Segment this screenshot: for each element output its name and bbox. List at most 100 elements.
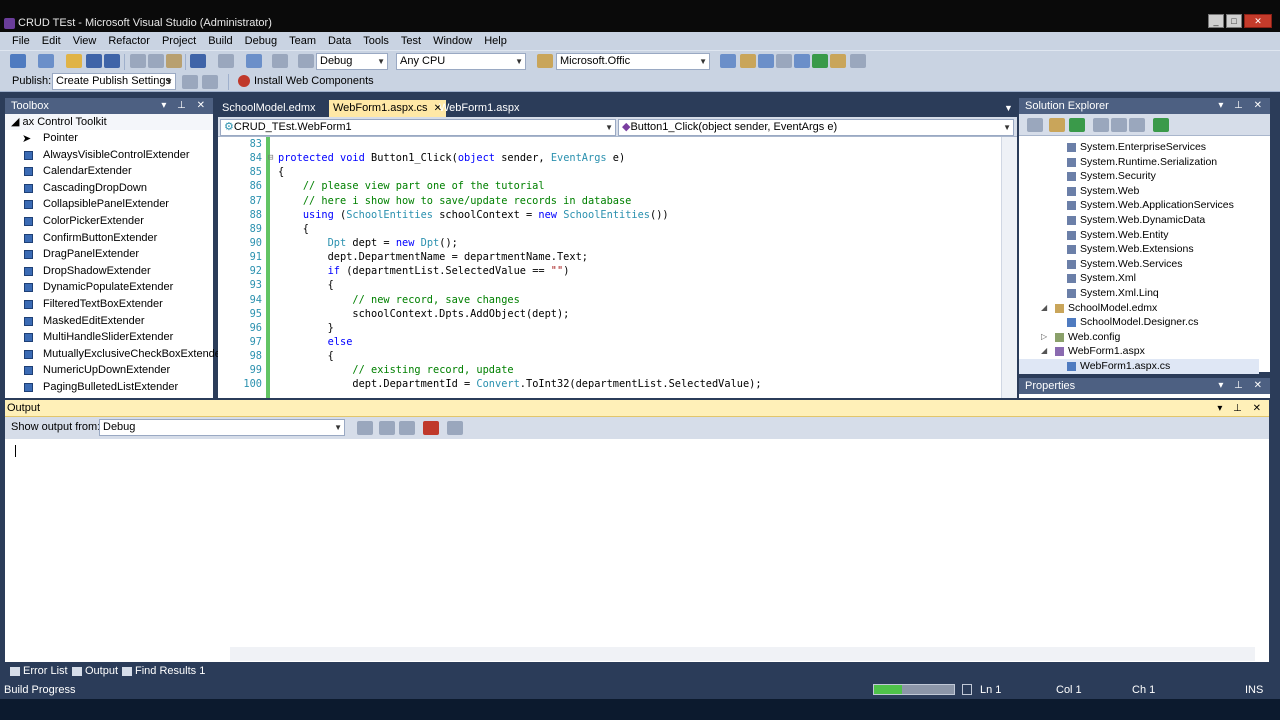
solution-node[interactable]: System.EnterpriseServices <box>1019 140 1259 155</box>
code-line[interactable]: 92 if (departmentList.SelectedValue == "… <box>218 264 1001 278</box>
menu-debug[interactable]: Debug <box>239 35 283 47</box>
maximize-button[interactable]: □ <box>1226 14 1242 28</box>
view-designer-icon[interactable] <box>1111 118 1127 132</box>
solution-node[interactable]: System.Xml <box>1019 271 1259 286</box>
aspnet-config-icon[interactable] <box>1153 118 1169 132</box>
code-line[interactable]: 88 using (SchoolEntities schoolContext =… <box>218 208 1001 222</box>
next-message-icon[interactable] <box>399 421 415 435</box>
word-wrap-icon[interactable] <box>447 421 463 435</box>
publish-settings-icon[interactable] <box>202 75 218 89</box>
redo-icon[interactable] <box>218 54 234 68</box>
code-line[interactable]: 91 dept.DepartmentName = departmentName.… <box>218 250 1001 264</box>
tab-schoolmodel-edmx[interactable]: SchoolModel.edmx <box>218 100 320 117</box>
menu-edit[interactable]: Edit <box>36 35 67 47</box>
solution-node[interactable]: WebForm1.aspx.cs <box>1019 358 1259 374</box>
cancel-build-icon[interactable] <box>962 684 972 695</box>
solution-node[interactable]: System.Security <box>1019 169 1259 184</box>
editor-vertical-scrollbar[interactable] <box>1001 137 1017 398</box>
expand-icon[interactable]: ◢ <box>1041 344 1047 359</box>
copy-icon[interactable] <box>148 54 164 68</box>
tab-error-list[interactable]: Error List <box>10 665 68 677</box>
toolbox-item[interactable]: ➤ Pointer <box>5 130 213 147</box>
previous-message-icon[interactable] <box>379 421 395 435</box>
open-file-icon[interactable] <box>66 54 82 68</box>
view-code-icon[interactable] <box>1093 118 1109 132</box>
properties-pin-close-icons[interactable]: ▾ ⊥ ✕ <box>1218 378 1266 394</box>
toolbox-pin-close-icons[interactable]: ▾ ⊥ ✕ <box>161 98 209 114</box>
output-text-area[interactable] <box>5 439 1255 647</box>
toolbox-item[interactable]: MultiHandleSliderExtender <box>5 329 213 346</box>
solution-node[interactable]: System.Web <box>1019 184 1259 199</box>
menu-data[interactable]: Data <box>322 35 357 47</box>
solution-node[interactable]: SchoolModel.Designer.cs <box>1019 315 1259 330</box>
save-icon[interactable] <box>86 54 102 68</box>
toolbox-item[interactable]: MaskedEditExtender <box>5 313 213 330</box>
toolbox-item[interactable]: CollapsiblePanelExtender <box>5 196 213 213</box>
solution-node[interactable]: System.Web.ApplicationServices <box>1019 198 1259 213</box>
solution-pin-close-icons[interactable]: ▾ ⊥ ✕ <box>1218 98 1266 114</box>
solution-node[interactable]: System.Xml.Linq <box>1019 286 1259 301</box>
code-line[interactable]: 100 dept.DepartmentId = Convert.ToInt32(… <box>218 377 1001 391</box>
tab-find-results[interactable]: Find Results 1 <box>122 665 205 677</box>
code-line[interactable]: 89 { <box>218 222 1001 236</box>
toolbox-item[interactable]: DropShadowExtender <box>5 263 213 280</box>
solution-node[interactable]: ▷ Web.config <box>1019 330 1259 345</box>
tab-overflow-icon[interactable]: ▼ <box>1000 100 1017 117</box>
show-all-files-icon[interactable] <box>1049 118 1065 132</box>
menu-test[interactable]: Test <box>395 35 427 47</box>
expand-icon[interactable]: ◢ <box>1041 301 1047 316</box>
install-web-components-button[interactable]: Install Web Components <box>254 75 374 87</box>
toolbox-item[interactable]: CalendarExtender <box>5 163 213 180</box>
navigate-forward-icon[interactable] <box>272 54 288 68</box>
solution-explorer-icon[interactable] <box>740 54 756 68</box>
find-icon[interactable] <box>537 54 553 68</box>
extension-manager-icon[interactable] <box>830 54 846 68</box>
solution-node[interactable]: System.Web.DynamicData <box>1019 213 1259 228</box>
toolbox-item[interactable]: MutuallyExclusiveCheckBoxExtender <box>5 346 225 363</box>
code-line[interactable]: 93 { <box>218 278 1001 292</box>
toolbox-item[interactable]: DragPanelExtender <box>5 246 213 263</box>
menu-file[interactable]: File <box>6 35 36 47</box>
collapse-region-icon[interactable]: ⊟ <box>268 151 273 165</box>
copy-website-icon[interactable] <box>1129 118 1145 132</box>
menu-help[interactable]: Help <box>478 35 513 47</box>
start-debugging-icon[interactable] <box>298 54 314 68</box>
code-line[interactable]: 98 { <box>218 349 1001 363</box>
menu-build[interactable]: Build <box>202 35 238 47</box>
start-page-icon[interactable] <box>812 54 828 68</box>
toolbox-item[interactable]: FilteredTextBoxExtender <box>5 296 213 313</box>
code-line[interactable]: 96 } <box>218 321 1001 335</box>
solution-node[interactable]: System.Web.Services <box>1019 257 1259 272</box>
code-line[interactable]: 85 { <box>218 165 1001 179</box>
solution-node[interactable]: ◢ SchoolModel.edmx <box>1019 301 1259 316</box>
toolbox-icon[interactable] <box>794 54 810 68</box>
output-pin-close-icons[interactable]: ▾ ⊥ ✕ <box>1217 400 1265 417</box>
code-line[interactable]: 87 // here i show how to save/update rec… <box>218 194 1001 208</box>
paste-icon[interactable] <box>166 54 182 68</box>
code-line[interactable]: 97 else <box>218 335 1001 349</box>
menu-view[interactable]: View <box>67 35 103 47</box>
solution-node[interactable]: System.Runtime.Serialization <box>1019 155 1259 170</box>
toolbox-item[interactable]: ColorPickerExtender <box>5 213 213 230</box>
refresh-icon[interactable] <box>1069 118 1085 132</box>
menu-window[interactable]: Window <box>427 35 478 47</box>
toolbox-item[interactable]: PagingBulletedListExtender <box>5 379 213 396</box>
save-all-icon[interactable] <box>104 54 120 68</box>
code-line[interactable]: 83 <box>218 137 1001 151</box>
output-horizontal-scrollbar[interactable] <box>230 647 1255 661</box>
publish-profile-select[interactable]: Create Publish Settings ▼ <box>52 73 176 90</box>
toolbox-group[interactable]: ◢ ax Control Toolkit <box>5 114 213 130</box>
minimize-button[interactable]: _ <box>1208 14 1224 28</box>
toolbar-options-icon[interactable] <box>850 54 866 68</box>
properties-icon[interactable] <box>758 54 774 68</box>
cut-icon[interactable] <box>130 54 146 68</box>
menu-tools[interactable]: Tools <box>357 35 395 47</box>
find-in-files-icon[interactable] <box>720 54 736 68</box>
tab-webform1-aspx[interactable]: WebForm1.aspx <box>435 100 524 117</box>
code-line[interactable]: 84 protected void Button1_Click(object se… <box>218 151 1001 165</box>
code-line[interactable]: 90 Dpt dept = new Dpt(); <box>218 236 1001 250</box>
code-area[interactable]: 83 84 protected void Button1_Click(object … <box>218 137 1001 398</box>
menu-refactor[interactable]: Refactor <box>102 35 156 47</box>
find-combo[interactable]: Microsoft.Offic ▼ <box>556 53 710 70</box>
undo-icon[interactable] <box>190 54 206 68</box>
